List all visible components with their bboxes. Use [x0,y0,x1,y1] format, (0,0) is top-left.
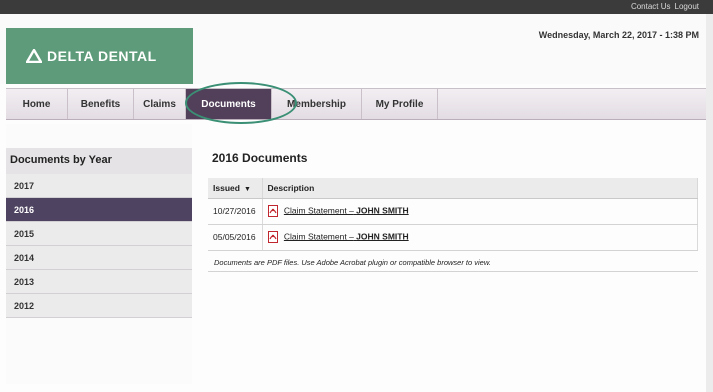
header: DELTA DENTAL Wednesday, March 22, 2017 -… [0,14,713,84]
page-title: 2016 Documents [212,151,308,165]
sort-down-icon[interactable]: ▼ [244,186,251,193]
current-datetime: Wednesday, March 22, 2017 - 1:38 PM [538,30,699,40]
utility-bar: Contact Us Logout [0,0,713,14]
nav-membership[interactable]: Membership [272,89,362,119]
year-item-2014[interactable]: 2014 [6,246,192,270]
member-name: JOHN SMITH [356,205,409,216]
brand-name: DELTA DENTAL [47,48,157,64]
table-header-row: Issued ▼ Description [208,178,698,199]
nav-my-profile[interactable]: My Profile [362,89,438,119]
claim-statement-label: Claim Statement – [283,205,354,216]
page-edge [706,14,713,392]
nav-claims[interactable]: Claims [134,89,186,119]
claim-statement-label: Claim Statement – [283,231,354,242]
table-row: 10/27/2016 Claim Statement – JOHN SMITH [208,198,698,225]
claim-statement-link[interactable]: Claim Statement – JOHN SMITH [284,205,409,215]
year-list: 2017 2016 2015 2014 2013 2012 [6,174,192,318]
claim-statement-link[interactable]: Claim Statement – JOHN SMITH [284,231,409,241]
table-row: 05/05/2016 Claim Statement – JOHN SMITH [208,224,698,251]
issued-column-label: Issued [213,182,240,193]
description-cell: Claim Statement – JOHN SMITH [262,224,698,251]
nav-home[interactable]: Home [6,89,68,119]
page: Contact Us Logout DELTA DENTAL Wednesday… [0,0,713,392]
logout-link[interactable]: Logout [675,2,699,11]
main-nav: Home Benefits Claims Documents Membershi… [6,88,706,120]
logo-panel: DELTA DENTAL [6,28,193,84]
pdf-note: Documents are PDF files. Use Adobe Acrob… [214,258,491,267]
divider [208,271,698,272]
sidebar-title: Documents by Year [6,148,192,174]
issued-date: 10/27/2016 [208,198,263,225]
description-column-header: Description [262,178,698,199]
year-item-2012[interactable]: 2012 [6,294,192,318]
issued-column-header[interactable]: Issued ▼ [208,178,263,199]
year-item-2015[interactable]: 2015 [6,222,192,246]
nav-benefits[interactable]: Benefits [68,89,134,119]
pdf-icon [267,231,278,243]
pdf-icon [267,205,278,217]
description-cell: Claim Statement – JOHN SMITH [262,198,698,225]
delta-triangle-icon [26,49,42,63]
delta-dental-logo[interactable]: DELTA DENTAL [26,48,157,64]
member-name: JOHN SMITH [356,231,409,242]
year-item-2017[interactable]: 2017 [6,174,192,198]
documents-table: Issued ▼ Description 10/27/2016 Claim Sta… [208,178,698,251]
contact-us-link[interactable]: Contact Us [631,2,671,11]
nav-documents[interactable]: Documents [186,89,272,119]
issued-date: 05/05/2016 [208,224,263,251]
year-item-2016[interactable]: 2016 [6,198,192,222]
year-item-2013[interactable]: 2013 [6,270,192,294]
utility-links: Contact Us Logout [631,2,699,11]
